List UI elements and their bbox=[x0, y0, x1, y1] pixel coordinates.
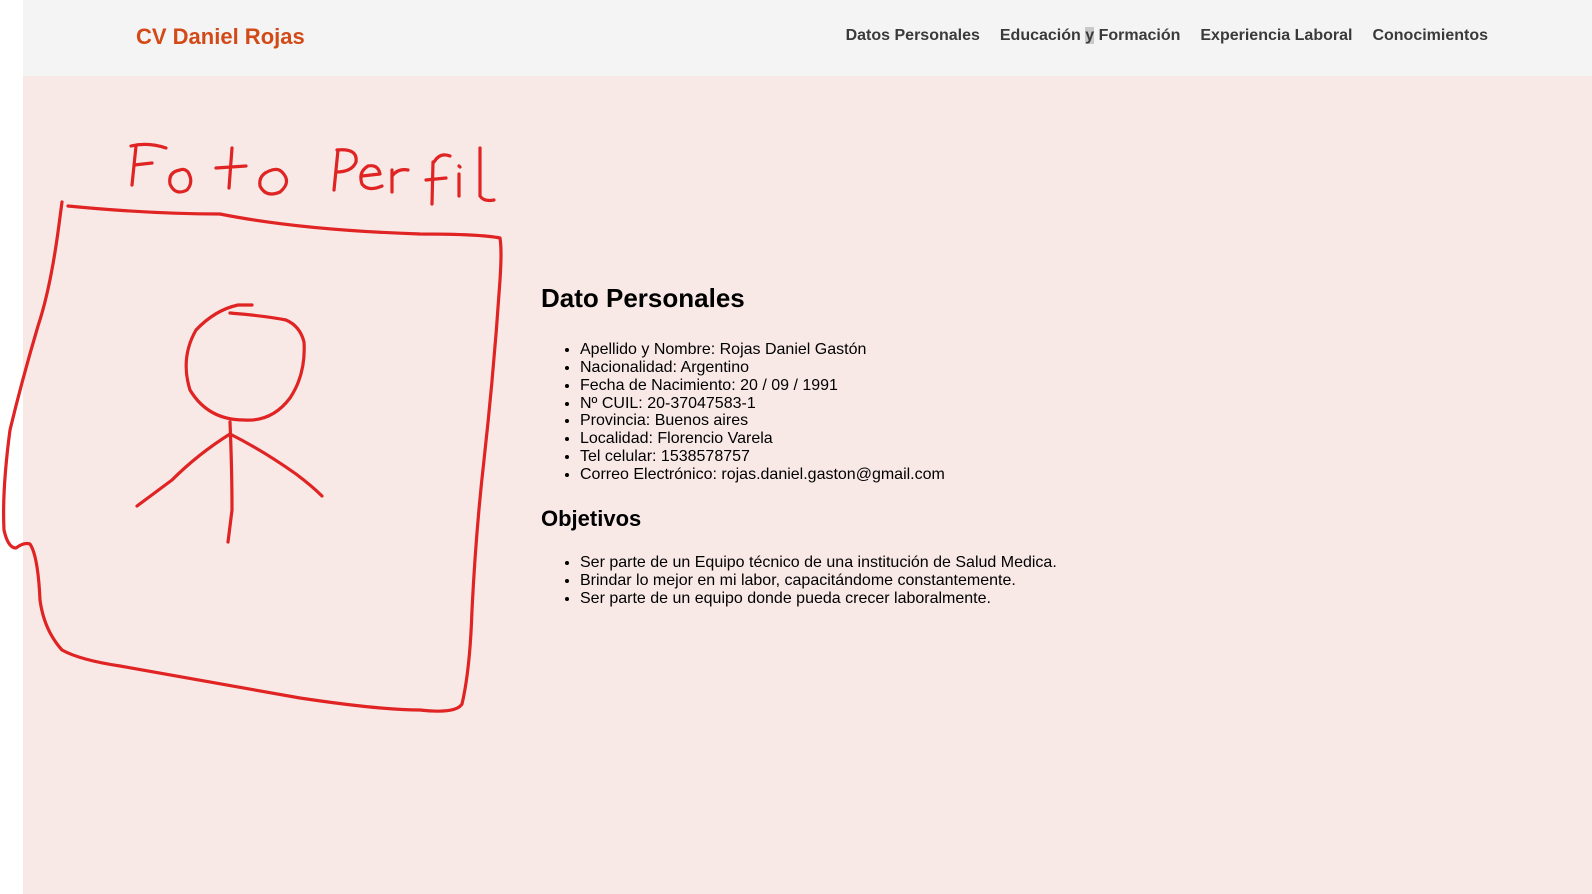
list-item: Ser parte de un equipo donde pueda crece… bbox=[580, 590, 1241, 608]
list-item: Tel celular: 1538578757 bbox=[580, 448, 1241, 466]
nav-link-experiencia[interactable]: Experiencia Laboral bbox=[1200, 27, 1352, 45]
nav-menu: Datos Personales Educación y Formación E… bbox=[846, 27, 1488, 45]
nav-link-conocimientos[interactable]: Conocimientos bbox=[1372, 27, 1488, 45]
list-item: Provincia: Buenos aires bbox=[580, 412, 1241, 430]
list-item: Brindar lo mejor en mi labor, capacitánd… bbox=[580, 572, 1241, 590]
photo-frame bbox=[2, 200, 503, 713]
objectives-title: Objetivos bbox=[541, 505, 642, 531]
stick-figure-icon bbox=[135, 303, 324, 544]
nav-link-educacion[interactable]: Educación y Formación bbox=[1000, 27, 1180, 45]
nav-link-datos-personales[interactable]: Datos Personales bbox=[846, 27, 980, 45]
brand-title[interactable]: CV Daniel Rojas bbox=[136, 24, 305, 50]
list-item: Correo Electrónico: rojas.daniel.gaston@… bbox=[580, 466, 1241, 484]
list-item: Nº CUIL: 20-37047583-1 bbox=[580, 395, 1241, 413]
list-item: Localidad: Florencio Varela bbox=[580, 430, 1241, 448]
selection-highlight: y bbox=[1085, 27, 1095, 44]
list-item: Ser parte de un Equipo técnico de una in… bbox=[580, 554, 1241, 572]
personal-data-list: Apellido y Nombre: Rojas Daniel Gastón N… bbox=[541, 341, 1241, 483]
navbar: CV Daniel Rojas Datos Personales Educaci… bbox=[23, 0, 1592, 76]
objectives-list: Ser parte de un Equipo técnico de una in… bbox=[541, 554, 1241, 607]
list-item: Apellido y Nombre: Rojas Daniel Gastón bbox=[580, 341, 1241, 359]
profile-photo-sketch bbox=[2, 142, 503, 713]
page-body: CV Daniel Rojas Datos Personales Educaci… bbox=[2, 0, 1592, 894]
personal-data-title: Dato Personales bbox=[541, 283, 745, 313]
list-item: Fecha de Nacimiento: 20 / 09 / 1991 bbox=[580, 377, 1241, 395]
handwritten-caption bbox=[129, 142, 496, 206]
list-item: Nacionalidad: Argentino bbox=[580, 359, 1241, 377]
main-content: Dato Personales Apellido y Nombre: Rojas… bbox=[541, 283, 1241, 629]
